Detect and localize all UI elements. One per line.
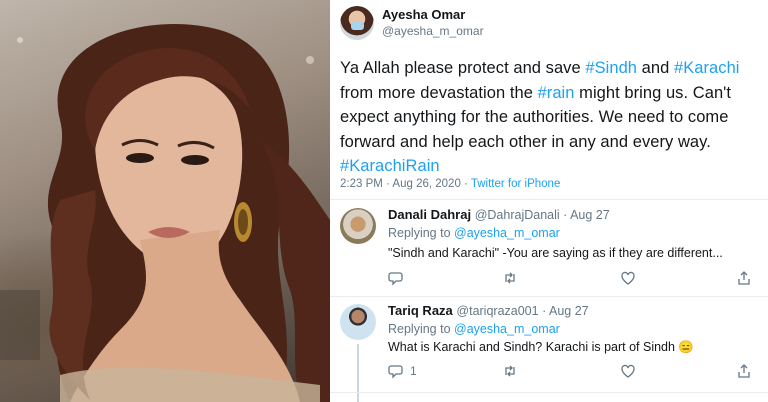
- reply-button[interactable]: 1: [388, 363, 417, 379]
- like-button[interactable]: [620, 270, 636, 286]
- hashtag-karachi[interactable]: #Karachi: [674, 59, 740, 77]
- hashtag-rain[interactable]: #rain: [538, 84, 575, 102]
- avatar-mask-graphic: [351, 22, 364, 30]
- reply-icon: [388, 272, 403, 286]
- reply-avatar[interactable]: [340, 208, 376, 244]
- tweet-timestamp[interactable]: 2:23 PM · Aug 26, 2020 ·: [340, 178, 471, 190]
- share-icon: [738, 271, 750, 285]
- tweet-text-part: from more devastation the: [340, 83, 538, 102]
- tweet-text-part: and: [637, 59, 674, 77]
- like-icon: [621, 364, 635, 378]
- replying-to-handle[interactable]: @ayesha_m_omar: [454, 226, 560, 240]
- hashtag-karachirain[interactable]: #KarachiRain: [340, 157, 440, 175]
- replying-label: Replying to: [388, 322, 455, 336]
- author-display-name[interactable]: Ayesha Omar: [382, 7, 484, 23]
- thread-line: [357, 344, 359, 402]
- share-button[interactable]: [736, 270, 752, 286]
- replying-to: Replying to @ayesha_m_omar: [388, 322, 560, 336]
- replying-label: Replying to: [388, 226, 455, 240]
- share-button[interactable]: [736, 363, 752, 379]
- reply-name[interactable]: Tariq Raza: [388, 303, 453, 318]
- reply-handle[interactable]: @tariqraza001: [456, 304, 538, 318]
- tweet-source[interactable]: Twitter for iPhone: [471, 178, 560, 190]
- retweet-icon: [505, 365, 515, 377]
- reply-actions: [388, 270, 758, 288]
- reply-item[interactable]: Danali Dahraj @DahrajDanali · Aug 27 Rep…: [330, 199, 768, 297]
- reply-handle[interactable]: @DahrajDanali: [475, 208, 560, 222]
- share-icon: [738, 364, 750, 378]
- reply-header: Danali Dahraj @DahrajDanali · Aug 27: [388, 207, 610, 223]
- reply-text: "Sindh and Karachi" -You are saying as i…: [388, 246, 723, 260]
- reply-name[interactable]: Danali Dahraj: [388, 207, 471, 222]
- replying-to-handle[interactable]: @ayesha_m_omar: [454, 322, 560, 336]
- reply-avatar[interactable]: [340, 304, 376, 340]
- tweet-text: Ya Allah please protect and save #Sindh …: [340, 56, 765, 179]
- reply-icon: [388, 365, 403, 379]
- author-avatar[interactable]: [340, 6, 374, 40]
- retweet-icon: [505, 272, 515, 284]
- like-button[interactable]: [620, 363, 636, 379]
- author-handle[interactable]: @ayesha_m_omar: [382, 23, 484, 39]
- reply-button[interactable]: [388, 270, 410, 286]
- reply-count: 1: [410, 364, 417, 378]
- reply-time[interactable]: · Aug 27: [560, 208, 610, 222]
- reply-time[interactable]: · Aug 27: [539, 304, 589, 318]
- tweet-panel: Ayesha Omar @ayesha_m_omar Ya Allah plea…: [330, 0, 768, 402]
- retweet-button[interactable]: [502, 363, 524, 379]
- tweet-text-part: Ya Allah please protect and save: [340, 59, 586, 77]
- tweet-meta: 2:23 PM · Aug 26, 2020 · Twitter for iPh…: [340, 178, 560, 190]
- hashtag-sindh[interactable]: #Sindh: [585, 59, 637, 77]
- tweet-author[interactable]: Ayesha Omar @ayesha_m_omar: [340, 6, 484, 40]
- retweet-button[interactable]: [502, 270, 524, 286]
- replying-to: Replying to @ayesha_m_omar: [388, 226, 560, 240]
- reply-item[interactable]: Tariq Raza @tariqraza001 · Aug 27 Replyi…: [330, 296, 768, 402]
- reply-actions: 1: [388, 363, 758, 381]
- profile-photo: [0, 0, 330, 402]
- reply-header: Tariq Raza @tariqraza001 · Aug 27: [388, 303, 589, 319]
- like-icon: [621, 271, 635, 285]
- divider: [330, 392, 768, 393]
- reply-text: What is Karachi and Sindh? Karachi is pa…: [388, 340, 694, 354]
- portrait-illustration: [0, 24, 330, 402]
